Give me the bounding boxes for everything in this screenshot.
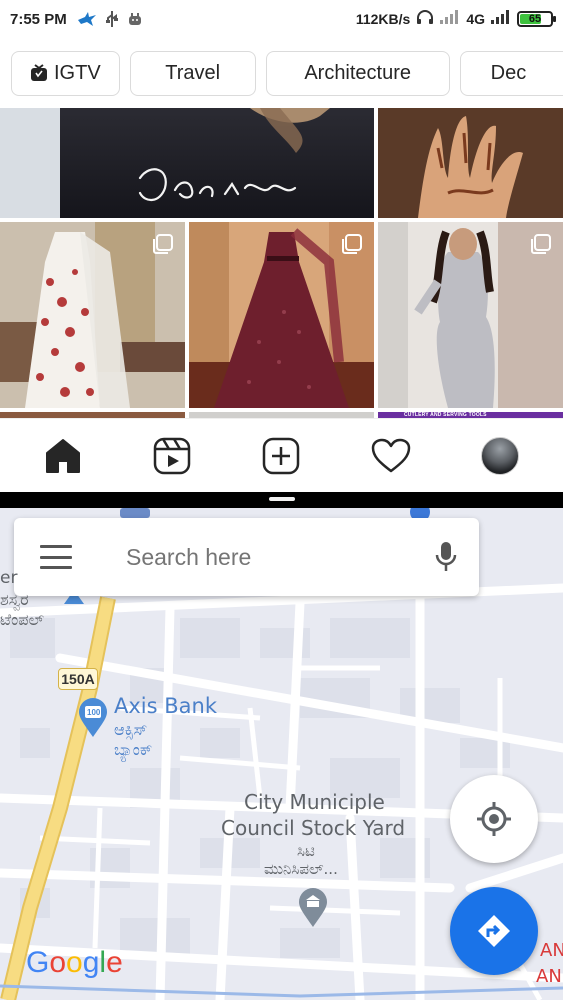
status-time: 7:55 PM — [10, 10, 67, 28]
axis-bank-poi[interactable]: 100 — [78, 698, 108, 743]
battery-percent: 65 — [528, 13, 542, 25]
android-icon — [127, 11, 143, 27]
microphone-icon[interactable] — [435, 541, 457, 573]
map-label-council-2[interactable]: Council Stock Yard — [221, 816, 405, 840]
heart-icon — [371, 438, 411, 472]
status-bar: 7:55 PM 112KB/s 4G 65 — [0, 0, 563, 38]
route-shield-150a[interactable]: 150A — [58, 668, 98, 690]
tile-silver-dress[interactable] — [378, 222, 563, 408]
multiple-photos-icon — [153, 234, 173, 254]
google-logo-letter: o — [49, 946, 67, 979]
map-label-axis-bank[interactable]: Axis Bank — [114, 694, 217, 718]
signal-icon — [440, 10, 460, 28]
nav-activity[interactable] — [366, 431, 416, 481]
chip-decor[interactable]: Dec — [459, 50, 563, 96]
google-logo-letter: o — [66, 946, 83, 979]
google-logo-letter: G — [26, 946, 50, 979]
network-type: 4G — [466, 11, 485, 27]
chip-travel[interactable]: Travel — [129, 50, 256, 96]
topic-chips: IGTV Travel Architecture Dec — [0, 40, 563, 106]
chip-igtv[interactable]: IGTV — [11, 50, 120, 96]
nav-home[interactable] — [38, 431, 88, 481]
nav-new-post[interactable] — [256, 431, 306, 481]
chip-label: IGTV — [54, 61, 101, 84]
tile-black-shirt[interactable] — [0, 108, 374, 218]
map-label-council[interactable]: City Municiple — [244, 790, 385, 814]
map-label-council-kn: ಸಿಟಿ — [297, 842, 315, 860]
network-speed: 112KB/s — [355, 11, 411, 27]
shirt-image — [0, 108, 330, 218]
government-pin-icon[interactable] — [298, 888, 328, 928]
directions-button[interactable] — [450, 887, 538, 975]
maps-view[interactable]: Search here er ಶಸ್ವರ ಟೆಂಪಲ್ 150A 100 Axi… — [0, 508, 563, 1000]
map-label-edge-2: AN — [536, 966, 562, 987]
google-logo: Google — [26, 946, 123, 980]
tile-maroon-gown[interactable] — [189, 222, 374, 408]
bird-icon — [77, 11, 97, 27]
tile-floral-dress[interactable] — [0, 222, 185, 408]
split-screen: 7:55 PM 112KB/s 4G 65 IGTV Travel Archit… — [0, 0, 563, 1000]
instagram-bottom-nav — [0, 418, 563, 492]
henna-image — [378, 108, 563, 218]
crosshair-icon — [477, 802, 511, 836]
tile-henna-hand[interactable] — [378, 108, 563, 218]
multiple-photos-icon — [342, 234, 362, 254]
google-logo-letter: e — [106, 946, 123, 979]
new-post-icon — [263, 437, 300, 474]
maps-search-bar[interactable]: Search here — [14, 518, 479, 596]
nav-profile[interactable] — [475, 431, 525, 481]
map-label-axis-bank-kn: ಆಕ್ಸಿಸ್ — [114, 720, 148, 739]
multiple-photos-icon — [531, 234, 551, 254]
signal-icon — [491, 10, 511, 28]
status-right: 112KB/s 4G 65 — [355, 9, 556, 29]
map-label-edge: AN — [540, 940, 563, 961]
map-label-temple-partial: er — [0, 568, 18, 588]
search-placeholder[interactable]: Search here — [126, 544, 435, 571]
chip-architecture[interactable]: Architecture — [265, 50, 450, 96]
map-label-temple-kn-2: ಟೆಂಪಲ್ — [0, 610, 45, 629]
chip-label: Travel — [165, 61, 221, 84]
usb-icon — [105, 10, 119, 28]
directions-icon — [478, 915, 510, 947]
map-label-council-kn-2: ಮುನಿಸಿಪಲ್... — [264, 860, 338, 878]
map-label-axis-bank-kn-2: ಬ್ಯಾಂಕ್ — [114, 740, 153, 759]
home-icon — [45, 438, 80, 473]
igtv-icon — [31, 64, 47, 81]
chip-label: Dec — [490, 61, 527, 84]
map-label-temple-kn: ಶಸ್ವರ — [0, 590, 29, 609]
menu-icon[interactable] — [40, 545, 72, 569]
my-location-button[interactable] — [450, 775, 538, 863]
bank-pin-text: 100 — [87, 708, 101, 717]
split-screen-handle[interactable] — [269, 497, 295, 501]
bank-pin-icon — [79, 698, 107, 737]
google-logo-letter: g — [82, 946, 100, 979]
reels-icon — [153, 437, 191, 474]
nav-reels[interactable] — [147, 431, 197, 481]
battery-icon: 65 — [517, 11, 556, 27]
chip-label: Architecture — [304, 61, 412, 84]
profile-avatar — [481, 436, 520, 475]
explore-grid: CUTLERY AND SERVING TOOLS — [0, 108, 563, 418]
headphones-icon — [416, 9, 434, 29]
